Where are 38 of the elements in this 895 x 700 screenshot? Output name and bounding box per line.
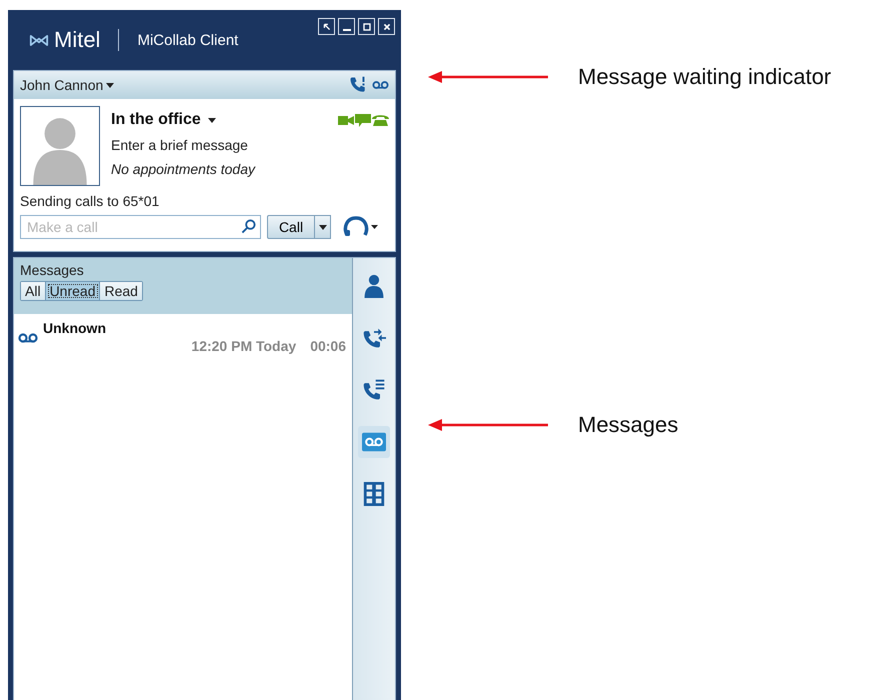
maximize-icon xyxy=(360,20,372,32)
call-dropdown-button[interactable] xyxy=(315,215,331,239)
appointments-text: No appointments today xyxy=(111,161,256,177)
brand-name: Mitel xyxy=(54,27,100,53)
caller-name: Unknown xyxy=(43,320,107,336)
maximize-button[interactable] xyxy=(358,18,375,35)
logo-icon xyxy=(29,34,49,46)
nav-tab[interactable] xyxy=(358,426,390,458)
phone-icon xyxy=(372,114,389,126)
filter-tab[interactable]: All xyxy=(21,282,46,300)
minimize-icon xyxy=(342,29,350,31)
caret-icon xyxy=(106,82,114,88)
missed-call-icon xyxy=(349,76,367,94)
caret-icon xyxy=(208,118,216,122)
video-icon xyxy=(338,114,354,126)
caret-icon xyxy=(318,224,326,230)
close-button[interactable] xyxy=(378,18,395,35)
annotation-label: Messages xyxy=(578,412,678,438)
message-time: 12:20 PM Today xyxy=(191,338,296,354)
presence-dropdown[interactable]: In the office xyxy=(111,111,216,129)
filter-tab[interactable]: Read xyxy=(100,282,142,300)
voicemail-icon xyxy=(372,80,389,90)
filter-tab[interactable]: Unread xyxy=(46,282,100,300)
annotation-label: Message waiting indicator xyxy=(578,64,832,90)
search-icon[interactable] xyxy=(241,219,256,234)
user-name-dropdown[interactable]: John Cannon xyxy=(20,77,114,93)
call-button[interactable]: Call xyxy=(267,215,315,239)
message-duration: 00:06 xyxy=(310,338,346,354)
forwarding-text: Sending calls to 65*01 xyxy=(20,193,160,209)
call-field[interactable]: Make a call xyxy=(20,215,261,239)
voicemail-icon xyxy=(18,332,38,344)
chat-icon xyxy=(355,114,371,126)
minimize-button[interactable] xyxy=(338,18,355,35)
restore-button[interactable] xyxy=(318,18,335,35)
restore-icon xyxy=(320,20,332,32)
section-title: Messages xyxy=(20,262,85,278)
window-title: MiCollab Client xyxy=(137,32,238,48)
headset-icon[interactable] xyxy=(342,215,378,239)
